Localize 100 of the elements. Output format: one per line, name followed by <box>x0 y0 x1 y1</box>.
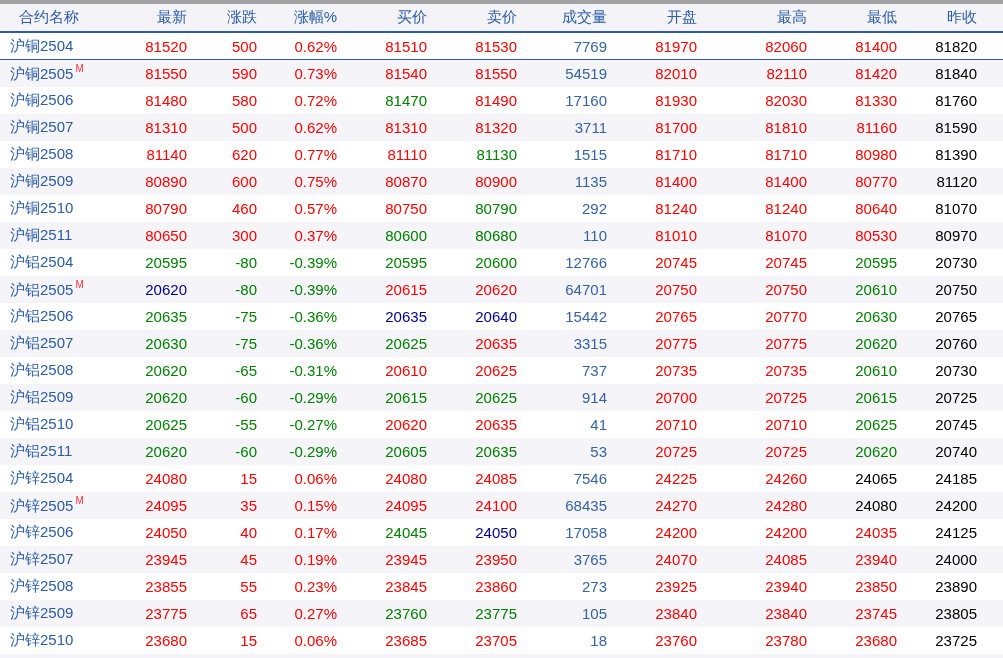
contract-name: 沪铜2504 <box>10 36 74 54</box>
column-header[interactable]: 涨幅% <box>293 8 337 25</box>
table-row[interactable]: 沪铜2505$^{M}$ 81550 590 0.73% 81540 81550 54519 82010 82110 81420 81840 <box>0 60 1003 87</box>
table-cell: 80870 <box>385 173 427 190</box>
table-row[interactable]: 沪铜2511 80650 300 0.37% 80600 80680 110 81010 81070 80530 80970 <box>0 222 1003 249</box>
table-cell: 20620 <box>855 443 897 460</box>
table-row[interactable]: 沪铝2507 20630 -75 -0.36% 20625 20635 3315 20775 20775 20620 20760 <box>0 330 1003 357</box>
table-cell: 81400 <box>765 173 807 190</box>
table-cell: 110 <box>583 227 607 244</box>
table-cell: 0.23% <box>294 578 337 595</box>
column-header[interactable]: 卖价 <box>487 8 517 25</box>
table-cell: 81110 <box>387 146 427 163</box>
table-cell: 20640 <box>475 308 517 325</box>
table-cell: 23680 <box>855 632 897 649</box>
table-row[interactable]: 沪锌2507 23945 45 0.19% 23945 23950 3765 24070 24085 23940 24000 <box>0 546 1003 573</box>
table-cell: 80680 <box>475 227 517 244</box>
table-cell: 0.62% <box>294 119 337 136</box>
table-cell: 81840 <box>935 65 977 82</box>
table-cell: 20635 <box>475 443 517 460</box>
table-cell: 81400 <box>855 37 897 55</box>
table-cell: 23745 <box>855 605 897 622</box>
table-cell: 81420 <box>855 65 897 82</box>
table-cell: 24095 <box>145 497 187 514</box>
column-header[interactable]: 昨收 <box>947 8 977 25</box>
table-cell: 0.37% <box>294 227 337 244</box>
table-cell: 20635 <box>145 308 187 325</box>
contract-name: 沪铝2506 <box>10 307 74 324</box>
table-cell: 20750 <box>765 281 807 298</box>
table-row[interactable]: 沪铝2511 20620 -60 -0.29% 20605 20635 53 20725 20725 20620 20740 <box>0 438 1003 465</box>
table-cell: 80900 <box>475 173 517 190</box>
table-cell: 20625 <box>475 389 517 406</box>
column-header[interactable]: 最高 <box>777 8 807 25</box>
table-cell: -0.29% <box>289 443 337 460</box>
table-cell: 20625 <box>385 335 427 352</box>
table-cell: 81390 <box>935 146 977 163</box>
table-row[interactable]: 沪铜2507 81310 500 0.62% 81310 81320 3711 81700 81810 81160 81590 <box>0 114 1003 141</box>
table-cell: 0.27% <box>294 605 337 622</box>
column-header[interactable]: 买价 <box>397 8 427 25</box>
table-cell: 23855 <box>145 578 187 595</box>
table-cell: 0.62% <box>294 37 337 55</box>
column-header[interactable]: 最新 <box>157 8 187 25</box>
table-cell: 81330 <box>855 92 897 109</box>
table-cell: 80650 <box>145 227 187 244</box>
table-cell: -0.39% <box>289 281 337 298</box>
table-cell: 81310 <box>385 119 427 136</box>
table-cell: 23850 <box>855 578 897 595</box>
table-row[interactable]: 沪铜2509 80890 600 0.75% 80870 80900 1135 81400 81400 80770 81120 <box>0 168 1003 195</box>
table-cell: 81470 <box>385 92 427 109</box>
table-cell: 24200 <box>765 524 807 541</box>
table-cell: 20750 <box>655 281 697 298</box>
table-cell: 81120 <box>936 173 977 190</box>
table-cell: 81070 <box>935 200 977 217</box>
table-cell: 23840 <box>765 605 807 622</box>
contract-name: 沪锌2506 <box>10 523 74 540</box>
table-cell: 20620 <box>145 443 187 460</box>
table-cell: 20725 <box>935 389 977 406</box>
table-cell: 0.57% <box>294 200 337 217</box>
table-cell: 737 <box>581 362 607 379</box>
column-header[interactable]: 涨跌 <box>227 8 257 25</box>
table-row[interactable]: 沪锌2509 23775 65 0.27% 23760 23775 105 23840 23840 23745 23805 <box>0 600 1003 627</box>
table-cell: 292 <box>581 200 607 217</box>
table-row[interactable]: 沪铝2505$^{M}$ 20620 -80 -0.39% 20615 20620 64701 20750 20750 20610 20750 <box>0 276 1003 303</box>
table-cell: 81480 <box>145 92 187 109</box>
table-cell: 620 <box>231 146 257 163</box>
table-cell: 15442 <box>565 308 607 325</box>
column-header[interactable]: 成交量 <box>562 8 607 25</box>
table-cell: 500 <box>231 119 257 136</box>
table-cell: 24080 <box>385 470 427 487</box>
table-cell: -75 <box>235 308 257 325</box>
table-cell: 20760 <box>935 335 977 352</box>
table-cell: 35 <box>240 497 257 514</box>
table-cell: 81510 <box>385 37 427 55</box>
table-row[interactable]: 沪锌2505$^{M}$ 24095 35 0.15% 24095 24100 68435 24270 24280 24080 24200 <box>0 492 1003 519</box>
table-cell: 23725 <box>935 632 977 649</box>
table-cell: 81550 <box>475 65 517 82</box>
table-cell: 81010 <box>655 227 697 244</box>
column-header[interactable]: 最低 <box>867 8 897 25</box>
table-cell: 53 <box>590 443 607 460</box>
contract-name: 沪铝2504 <box>10 253 74 270</box>
table-cell: 20595 <box>145 254 187 271</box>
table-cell: 20605 <box>385 443 427 460</box>
contract-name: 沪锌2510 <box>10 631 74 648</box>
table-cell: 81310 <box>145 119 187 136</box>
table-cell: 24080 <box>855 497 897 514</box>
table-cell: 20730 <box>935 362 977 379</box>
table-row[interactable]: 沪铝2509 20620 -60 -0.29% 20615 20625 914 20700 20725 20615 20725 <box>0 384 1003 411</box>
table-cell: 590 <box>231 65 257 82</box>
table-cell: 24065 <box>855 470 897 487</box>
table-cell: -0.31% <box>289 362 337 379</box>
table-cell: 41 <box>590 416 607 433</box>
column-header[interactable]: 合约名称 <box>19 8 79 25</box>
table-cell: 20615 <box>385 281 427 298</box>
table-cell: 82060 <box>765 37 807 55</box>
table-cell: 81760 <box>935 92 977 109</box>
contract-name: 沪铝2508 <box>10 361 74 378</box>
table-cell: 20600 <box>475 254 517 271</box>
table-cell: 81700 <box>655 119 697 136</box>
column-header[interactable]: 开盘 <box>667 8 697 25</box>
table-cell: 20625 <box>145 416 187 433</box>
table-cell: 82030 <box>765 92 807 109</box>
